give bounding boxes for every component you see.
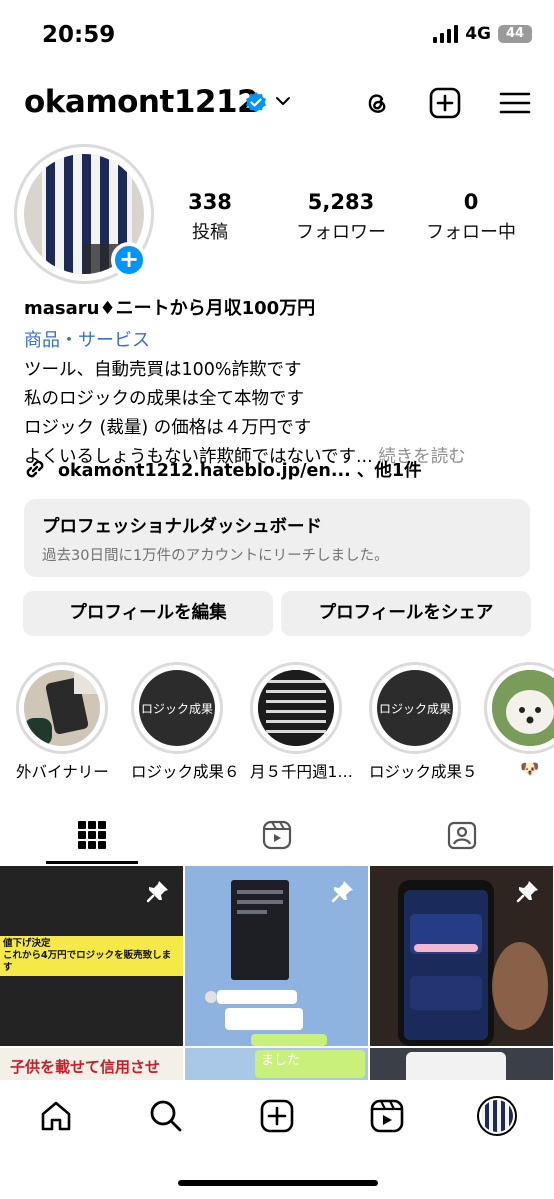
bio-link-text: okamont1212.hateblo.jp/en... 、他1件 [58,460,422,481]
posts-count: 338 [188,190,232,214]
reels-icon [262,820,292,850]
edit-profile-button[interactable]: プロフィールを編集 [23,591,273,636]
profile-avatar-icon [477,1096,517,1136]
professional-dashboard[interactable]: プロフェッショナルダッシュボード 過去30日間に1万件のアカウントにリーチしまし… [24,499,530,577]
profile-tabs [0,806,554,864]
highlight-cover [16,662,108,754]
grid-post[interactable] [370,866,553,1046]
highlight-cover [484,662,554,754]
posts-label: 投稿 [192,222,228,243]
highlight-item[interactable]: ロジック成果 ロジック成果５ [369,662,478,782]
highlight-cover: ロジック成果 [131,662,223,754]
post-grid: 値下げ決定 これから4万円でロジックを販売致します 子供を載せて信用させ ました [0,866,554,1080]
followers-label: フォロワー [296,222,386,243]
battery-icon: 44 [498,25,532,43]
highlight-cover-text: ロジック成果 [377,670,453,746]
tab-posts-grid[interactable] [0,806,184,864]
bio-line: ロジック (裁量) の価格は４万円です [24,418,312,438]
grid-post[interactable]: 子供を載せて信用させ [0,1048,183,1080]
highlight-label: ロジック成果６ [131,763,240,781]
bio-line: ツール、自動売買は100%詐欺です [24,360,302,380]
highlight-label: 外バイナリー [16,763,109,781]
grid-post[interactable]: ました [185,1048,368,1080]
highlight-cover: ロジック成果 [369,662,461,754]
grid-icon [78,821,106,849]
post-caption-overlay: 値下げ決定 これから4万円でロジックを販売致します [0,936,183,976]
highlight-label: ロジック成果５ [369,763,478,781]
home-icon [41,1101,71,1131]
create-post-icon [260,1099,294,1133]
highlight-item[interactable]: 月５千円週1… [250,662,353,782]
bio-link[interactable]: okamont1212.hateblo.jp/en... 、他1件 [22,456,422,482]
profile-header: okamont1212 [0,80,554,128]
share-profile-button[interactable]: プロフィールをシェア [281,591,531,636]
nav-home[interactable] [36,1096,76,1136]
highlight-cover [250,662,342,754]
followers-count: 5,283 [307,190,375,214]
chevron-down-icon[interactable] [274,92,292,110]
display-name: masaru♦ニートから月収100万円 [24,298,316,319]
status-indicators: 4G 44 [433,24,532,44]
threads-icon[interactable] [360,86,394,120]
following-count: 0 [463,190,479,214]
pin-icon [516,881,538,903]
highlight-item[interactable]: 🐶 [484,662,554,778]
highlight-label: 🐶 [520,760,540,778]
stat-following[interactable]: 0 フォロー中 [406,190,536,244]
pin-icon [331,881,353,903]
nav-reels[interactable] [367,1096,407,1136]
post-caption-overlay: 子供を載せて信用させ [10,1058,161,1076]
search-icon [150,1100,182,1132]
menu-icon[interactable] [498,86,532,120]
grid-post[interactable]: 値下げ決定 これから4万円でロジックを販売致します [0,866,183,1046]
dashboard-subtitle: 過去30日間に1万件のアカウントにリーチしました。 [42,548,389,564]
tab-reels[interactable] [185,806,369,864]
highlight-item[interactable]: 外バイナリー [16,662,109,782]
nav-create[interactable] [257,1096,297,1136]
pin-icon [146,881,168,903]
home-indicator [178,1180,378,1186]
nav-search[interactable] [146,1096,186,1136]
highlight-cover-text: ロジック成果 [139,670,215,746]
grid-post[interactable] [185,866,368,1046]
post-caption-overlay: ました [255,1050,365,1078]
grid-post[interactable] [370,1048,553,1080]
status-time: 20:59 [42,22,116,48]
bio-line: 私のロジックの成果は全て本物です [24,389,304,409]
tagged-icon [447,821,477,850]
username[interactable]: okamont1212 [24,84,259,120]
stat-posts[interactable]: 338 投稿 [145,190,275,244]
highlight-item[interactable]: ロジック成果 ロジック成果６ [131,662,240,782]
reels-icon [370,1099,404,1133]
following-label: フォロー中 [426,222,516,243]
status-bar: 20:59 4G 44 [0,0,554,70]
post-thumbnail [370,1048,553,1080]
signal-icon [433,25,459,43]
network-type: 4G [465,24,491,44]
bottom-navigation [0,1080,554,1199]
create-post-icon[interactable] [428,86,462,120]
active-tab-indicator [46,861,138,864]
link-icon [26,460,44,478]
stat-followers[interactable]: 5,283 フォロワー [276,190,406,244]
profile-category[interactable]: 商品・サービス [24,326,534,352]
highlight-label: 月５千円週1… [250,763,353,781]
profile-bio: masaru♦ニートから月収100万円 商品・サービス ツール、自動売買は100… [24,294,534,468]
dashboard-title: プロフェッショナルダッシュボード [42,517,322,537]
add-story-button[interactable]: + [111,242,147,278]
tab-tagged[interactable] [370,806,554,864]
nav-profile[interactable] [477,1096,517,1136]
verified-badge-icon [246,92,266,113]
